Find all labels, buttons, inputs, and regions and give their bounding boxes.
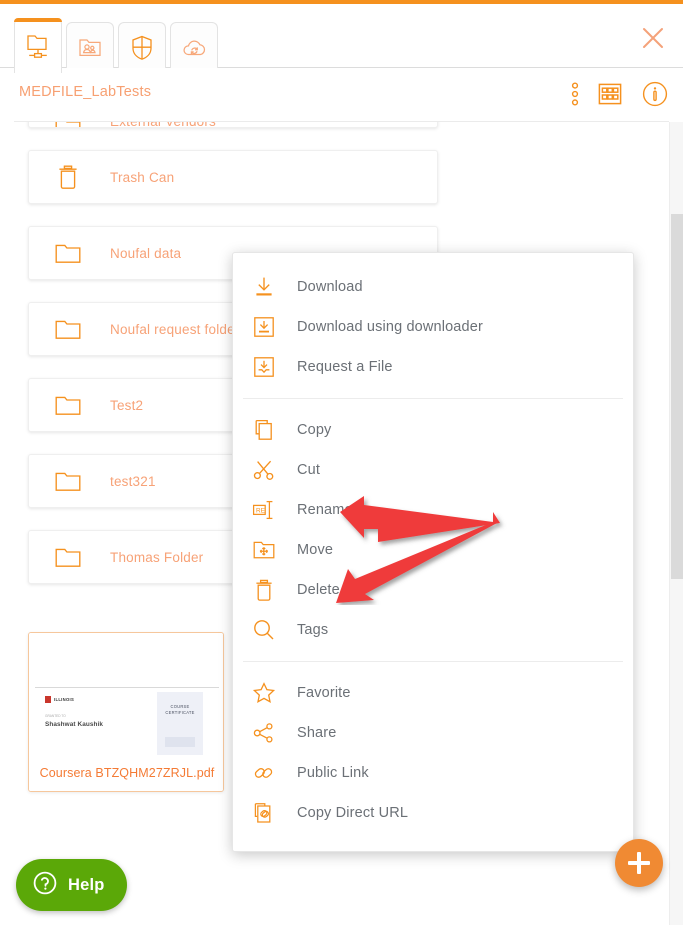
folder-row[interactable]: External Vendors xyxy=(28,122,438,128)
info-icon[interactable] xyxy=(641,80,669,113)
menu-item-copy-direct-url[interactable]: Copy Direct URL xyxy=(233,793,633,833)
folder-icon xyxy=(51,393,85,417)
context-menu: Download Download using downloader Reque… xyxy=(232,252,634,852)
download-boxed-icon xyxy=(249,316,279,338)
certificate-left-panel: ILLINOIS GRANTED TO Shashwat Kaushik xyxy=(45,696,153,728)
folder-icon xyxy=(51,317,85,341)
recipient-caption: GRANTED TO xyxy=(45,714,66,718)
copy-link-icon xyxy=(249,801,279,825)
menu-item-rename[interactable]: RE Rename xyxy=(233,490,633,530)
add-new-button[interactable]: + xyxy=(615,839,663,887)
help-label: Help xyxy=(68,875,105,894)
menu-item-label: Share xyxy=(297,725,337,741)
grid-view-icon[interactable] xyxy=(597,81,623,112)
menu-item-delete[interactable]: Delete xyxy=(233,570,633,610)
scissors-icon xyxy=(249,458,279,482)
menu-item-label: Rename xyxy=(297,502,353,518)
menu-item-share[interactable]: Share xyxy=(233,713,633,753)
folder-name: External Vendors xyxy=(110,122,216,127)
folder-name: test321 xyxy=(110,473,156,489)
recipient-name: Shashwat Kaushik xyxy=(45,721,104,728)
folder-name: Trash Can xyxy=(110,169,175,185)
trash-icon xyxy=(51,163,85,191)
close-window-button[interactable] xyxy=(637,22,669,54)
folder-icon xyxy=(51,241,85,265)
breadcrumb-bar: MEDFILE_LabTests xyxy=(0,68,683,122)
menu-item-favorite[interactable]: Favorite xyxy=(233,673,633,713)
help-button[interactable]: Help xyxy=(16,859,127,911)
menu-item-label: Download using downloader xyxy=(297,319,483,335)
tab-my-files[interactable] xyxy=(14,18,62,74)
vertical-scrollbar[interactable] xyxy=(669,122,683,925)
folder-icon xyxy=(51,545,85,569)
institution-logo: ILLINOIS xyxy=(45,696,153,703)
cloud-sync-icon xyxy=(181,36,208,60)
folder-icon xyxy=(51,469,85,493)
trash-icon xyxy=(249,578,279,602)
tab-cloud-sync[interactable] xyxy=(170,22,218,73)
menu-divider xyxy=(243,398,623,399)
file-card[interactable]: ILLINOIS GRANTED TO Shashwat Kaushik COU… xyxy=(28,632,224,792)
download-icon xyxy=(249,275,279,299)
shared-folder-people-icon xyxy=(77,35,103,61)
menu-item-label: Public Link xyxy=(297,765,369,781)
svg-text:RE: RE xyxy=(256,508,265,515)
folder-name: Noufal request folder xyxy=(110,321,240,337)
institution-name: ILLINOIS xyxy=(54,697,75,702)
file-thumbnail: ILLINOIS GRANTED TO Shashwat Kaushik COU… xyxy=(29,633,223,757)
certificate-seal xyxy=(165,737,195,747)
menu-item-label: Copy Direct URL xyxy=(297,805,409,821)
tab-bar xyxy=(0,4,683,74)
menu-item-label: Request a File xyxy=(297,359,393,375)
menu-item-request-a-file[interactable]: Request a File xyxy=(233,347,633,387)
copy-icon xyxy=(249,418,279,442)
shield-icon xyxy=(130,34,154,62)
file-manager-window: MEDFILE_LabTests Trash Can Noufal data N… xyxy=(0,0,683,925)
menu-item-label: Move xyxy=(297,542,334,558)
menu-item-label: Tags xyxy=(297,622,329,638)
menu-item-copy[interactable]: Copy xyxy=(233,410,633,450)
folder-name: Thomas Folder xyxy=(110,549,204,565)
request-file-icon xyxy=(249,356,279,378)
tab-shared-with-me[interactable] xyxy=(66,22,114,73)
certificate-preview: ILLINOIS GRANTED TO Shashwat Kaushik COU… xyxy=(35,687,219,757)
link-icon xyxy=(249,761,279,785)
magnifier-icon xyxy=(249,618,279,642)
menu-item-label: Delete xyxy=(297,582,340,598)
star-icon xyxy=(249,681,279,705)
file-name: Coursera BTZQHM27ZRJL.pdf xyxy=(29,755,223,791)
menu-item-label: Cut xyxy=(297,462,321,478)
breadcrumb-actions xyxy=(571,80,669,113)
menu-item-label: Copy xyxy=(297,422,332,438)
menu-item-public-link[interactable]: Public Link xyxy=(233,753,633,793)
network-folder-icon xyxy=(25,32,51,60)
scrollbar-thumb[interactable] xyxy=(671,214,683,579)
menu-item-download[interactable]: Download xyxy=(233,267,633,307)
question-mark-icon xyxy=(32,870,58,901)
folder-icon xyxy=(51,122,85,127)
tab-security[interactable] xyxy=(118,22,166,73)
tab-strip xyxy=(14,18,218,74)
menu-item-label: Favorite xyxy=(297,685,351,701)
folder-name: Test2 xyxy=(110,397,144,413)
menu-item-move[interactable]: Move xyxy=(233,530,633,570)
menu-item-cut[interactable]: Cut xyxy=(233,450,633,490)
share-nodes-icon xyxy=(249,721,279,745)
rename-icon: RE xyxy=(249,499,279,521)
breadcrumb[interactable]: MEDFILE_LabTests xyxy=(19,84,151,100)
menu-divider xyxy=(243,661,623,662)
menu-item-download-using-downloader[interactable]: Download using downloader xyxy=(233,307,633,347)
vertical-dots-icon[interactable] xyxy=(571,81,579,112)
move-folder-icon xyxy=(249,539,279,561)
certificate-title: COURSE CERTIFICATE xyxy=(165,704,195,716)
certificate-right-panel: COURSE CERTIFICATE xyxy=(157,692,203,756)
menu-item-label: Download xyxy=(297,279,363,295)
menu-item-tags[interactable]: Tags xyxy=(233,610,633,650)
folder-row[interactable]: Trash Can xyxy=(28,150,438,204)
folder-name: Noufal data xyxy=(110,245,182,261)
